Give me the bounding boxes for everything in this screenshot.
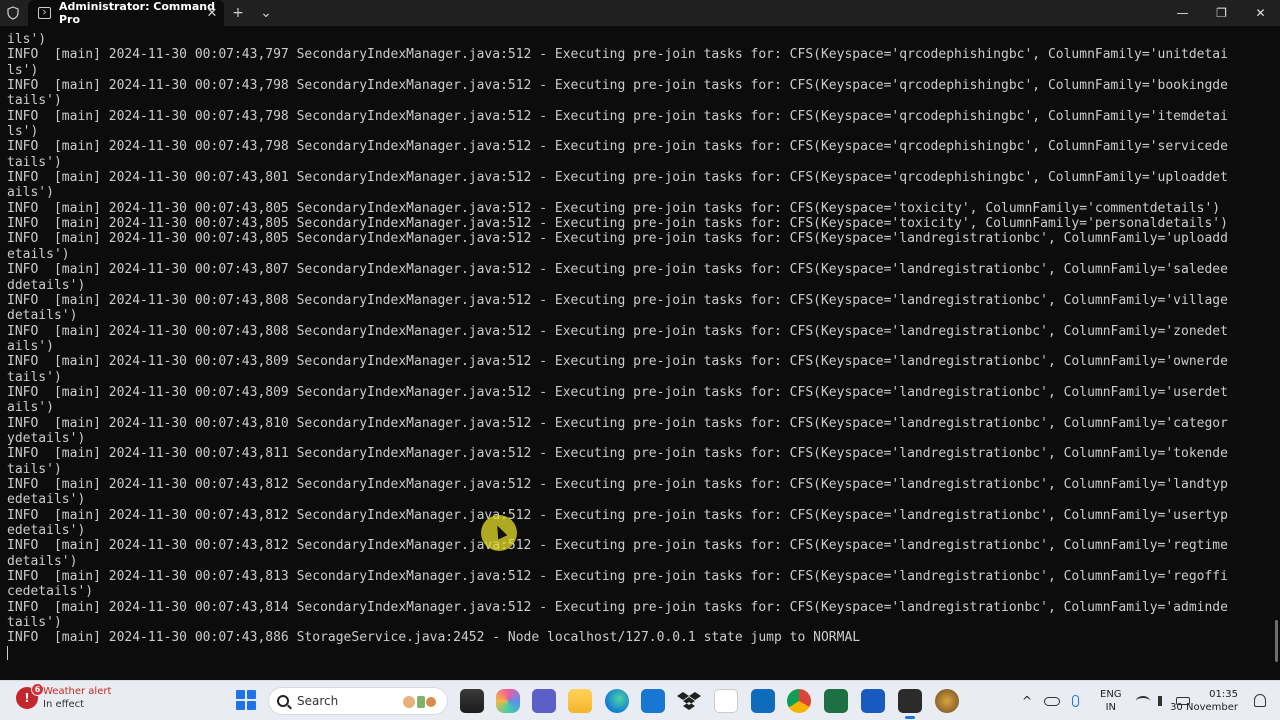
copilot-icon[interactable] [496,689,520,713]
excel-icon[interactable] [824,689,848,713]
terminal-line: tails') [7,154,62,170]
terminal-line: INFO [main] 2024-11-30 00:07:43,812 Seco… [7,538,1228,554]
maximize-button[interactable]: ❐ [1202,0,1241,26]
terminal-line: details') [7,308,78,324]
terminal-line: INFO [main] 2024-11-30 00:07:43,812 Seco… [7,476,1228,492]
weather-title: Weather alert [43,686,112,697]
weather-badge: 6 [31,683,44,696]
clock-time: 01:35 [1209,689,1238,700]
teams-icon[interactable] [532,689,556,713]
terminal-line: INFO [main] 2024-11-30 00:07:43,798 Seco… [7,108,1228,124]
terminal-line: tails') [7,369,62,385]
language-indicator[interactable]: ENG IN [1100,688,1122,714]
terminal-line: ls') [7,124,39,140]
terminal-line: ails') [7,185,54,201]
minimize-button[interactable]: — [1163,0,1202,26]
close-button[interactable]: ✕ [1241,0,1280,26]
terminal-prompt-line[interactable] [7,645,1266,661]
store-icon[interactable] [641,689,665,713]
new-tab-button[interactable]: + [224,0,252,26]
terminal-line: etails') [7,246,70,262]
terminal-line: INFO [main] 2024-11-30 00:07:43,808 Seco… [7,292,1228,308]
terminal-line: edetails') [7,492,86,508]
terminal-line: INFO [main] 2024-11-30 00:07:43,810 Seco… [7,415,1228,431]
outlook-icon[interactable] [751,689,775,713]
terminal-line: tails') [7,615,62,631]
tab-command-prompt[interactable]: Administrator: Command Pro ✕ [28,0,224,26]
terminal-line: INFO [main] 2024-11-30 00:07:43,886 Stor… [7,630,861,646]
microphone-icon[interactable] [1072,695,1079,707]
terminal-app-icon[interactable] [898,689,922,719]
clock-date: 30 November [1170,702,1238,713]
terminal-line: edetails') [7,523,86,538]
tab-title: Administrator: Command Pro [58,0,215,26]
terminal-line: ils') [7,32,47,47]
terminal-line: INFO [main] 2024-11-30 00:07:43,805 Seco… [7,231,1228,247]
shield-icon[interactable] [0,0,26,26]
search-highlight-art-icon [403,696,436,708]
terminal-output[interactable]: ils') INFO [main] 2024-11-30 00:07:43,797… [0,32,1266,676]
terminal-line: INFO [main] 2024-11-30 00:07:43,798 Seco… [7,78,1228,94]
terminal-line: INFO [main] 2024-11-30 00:07:43,807 Seco… [7,262,1228,278]
chrome-icon[interactable] [787,689,811,713]
text-cursor [7,645,8,660]
terminal-line: tails') [7,93,62,109]
dropbox-icon[interactable] [677,689,701,713]
notifications-bell-icon[interactable] [1254,694,1266,707]
edge-icon[interactable] [605,689,629,713]
terminal-line: INFO [main] 2024-11-30 00:07:43,805 Seco… [7,200,1221,216]
volume-icon [1158,696,1168,706]
terminal-line: details') [7,553,78,569]
terminal-line: ddetails') [7,277,86,293]
taskbar: ! 6 Weather alert In effect Search ^ ENG… [0,680,1280,720]
system-tray: ^ [1018,681,1079,720]
search-icon [277,695,289,707]
terminal-line: cedetails') [7,584,94,600]
terminal-line: INFO [main] 2024-11-30 00:07:43,814 Seco… [7,599,1228,615]
amazon-icon[interactable] [714,689,738,713]
weather-subtitle: In effect [43,699,85,710]
terminal-line: INFO [main] 2024-11-30 00:07:43,809 Seco… [7,354,1228,370]
wifi-icon [1136,696,1150,706]
terminal-line: INFO [main] 2024-11-30 00:07:43,813 Seco… [7,569,1228,585]
word-icon[interactable] [861,689,885,713]
terminal-line: INFO [main] 2024-11-30 00:07:43,812 Seco… [7,507,1228,523]
onedrive-icon[interactable] [1044,696,1060,706]
window-controls: — ❐ ✕ [1163,0,1280,26]
terminal-line: ls') [7,62,39,78]
terminal-scrollbar[interactable] [1275,620,1278,662]
terminal-line: ydetails') [7,430,86,446]
clock[interactable]: 01:35 30 November [1170,688,1238,714]
terminal-line: INFO [main] 2024-11-30 00:07:43,811 Seco… [7,446,1228,462]
terminal-line: INFO [main] 2024-11-30 00:07:43,809 Seco… [7,384,1228,400]
terminal-line: INFO [main] 2024-11-30 00:07:43,808 Seco… [7,323,1228,339]
tab-dropdown-chevron-down-icon[interactable]: ⌄ [252,0,280,26]
terminal-icon [38,7,51,19]
file-explorer-icon[interactable] [460,689,484,713]
terminal-line: ails') [7,400,54,416]
weather-widget[interactable]: ! 6 Weather alert In effect [16,683,112,711]
tray-chevron-up-icon[interactable]: ^ [1018,694,1036,708]
terminal-line: tails') [7,461,62,477]
terminal-line: INFO [main] 2024-11-30 00:07:43,805 Seco… [7,216,1228,232]
terminal-line: INFO [main] 2024-11-30 00:07:43,798 Seco… [7,139,1228,155]
app-badge-icon[interactable] [935,689,959,713]
title-bar: Administrator: Command Pro ✕ + ⌄ — ❐ ✕ [0,0,1280,26]
weather-alert-icon: ! 6 [16,683,44,709]
tab-close-icon[interactable]: ✕ [204,5,220,21]
folder-icon[interactable] [568,689,592,713]
terminal-line: INFO [main] 2024-11-30 00:07:43,801 Seco… [7,170,1228,186]
terminal-line: ails') [7,338,54,354]
search-input[interactable]: Search [268,687,448,715]
terminal-line: INFO [main] 2024-11-30 00:07:43,797 Seco… [7,47,1228,63]
search-placeholder: Search [297,694,339,708]
start-button[interactable] [236,690,256,710]
